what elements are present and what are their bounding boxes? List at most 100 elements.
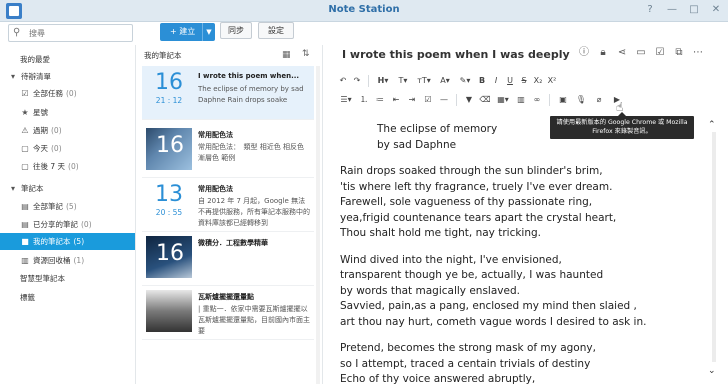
superscript-icon[interactable]: X² xyxy=(545,75,559,87)
sidebar-item[interactable]: 標籤 xyxy=(0,289,135,306)
sidebar-item[interactable]: ☑ 全部任務 (0) xyxy=(0,85,135,102)
poem-line: so I attempt, traced a centain trivials … xyxy=(340,357,591,370)
note-thumbnail: 16 xyxy=(146,236,192,278)
bullet-list-icon[interactable]: ≔ xyxy=(372,94,388,106)
poem-heading-line: The eclipse of memory xyxy=(377,123,498,135)
bold-icon[interactable]: B xyxy=(475,75,489,87)
font-size-icon[interactable]: тT▾ xyxy=(413,75,435,87)
grid-view-icon[interactable]: ▦ xyxy=(282,50,292,60)
sidebar-item[interactable]: 我的最愛 xyxy=(0,51,135,68)
sidebar-item-label: 筆記本 xyxy=(21,184,44,193)
poem-line: art thou nay hurt, cometh vague words I … xyxy=(340,315,647,328)
outdent-icon[interactable]: ⇤ xyxy=(388,94,404,106)
note-list-item[interactable]: 瓦斯爐擺擺還量點 | 重點一．依家中需要瓦斯爐擺擺以瓦斯爐擺擺還量點，目前國內市面… xyxy=(142,286,314,340)
sidebar-item-label: 今天 xyxy=(33,144,48,153)
todo-icon[interactable]: ☑ xyxy=(654,47,666,59)
popout-icon[interactable]: ⧉ xyxy=(673,47,685,59)
note-list-item[interactable]: 13 20 : 55 常用配色法自 2012 年 7 月起，Google 無法不再提… xyxy=(142,178,314,232)
strikethrough-icon[interactable]: S xyxy=(517,75,531,87)
note-item-snippet: 常用配色法： 類型 相近色 相反色 漸層色 範例 xyxy=(198,143,304,162)
star-icon: ★ xyxy=(21,108,29,117)
scroll-track[interactable] xyxy=(712,132,716,362)
image-icon[interactable]: ▣ xyxy=(554,94,572,106)
sidebar-item-label: 已分享的筆記 xyxy=(33,220,78,229)
numbered-list-icon[interactable]: ⒈ xyxy=(356,94,372,106)
note-list-item[interactable]: 16 21 : 12 I wrote this poem when... The ec… xyxy=(142,66,314,120)
maximize-icon[interactable]: □ xyxy=(688,3,700,17)
sidebar-item-count: (1) xyxy=(73,256,85,265)
poem-line: Thou shalt hold me tight, nay tricking. xyxy=(340,227,542,239)
new-note-button[interactable]: + 建立 ▼ xyxy=(160,23,215,41)
scroll-down-icon[interactable]: ⌄ xyxy=(708,366,716,376)
search-box[interactable]: ⚲ xyxy=(8,24,133,42)
stanza-gap xyxy=(340,330,708,341)
chart-icon[interactable]: ▥ xyxy=(513,94,529,106)
note-list-scrollbar[interactable] xyxy=(316,66,320,384)
sidebar-item-label: 星號 xyxy=(33,108,48,117)
sidebar-item[interactable]: ■ 我的筆記本 (5) xyxy=(0,233,135,250)
format-painter-icon[interactable]: ▼ xyxy=(461,94,477,106)
note-list-item[interactable]: 16 微積分．工程數學精華 xyxy=(142,232,314,286)
sidebar-item-count: (5) xyxy=(73,237,85,246)
notebook-title: 我的筆記本 xyxy=(144,51,182,60)
sort-icon[interactable]: ⇅ xyxy=(302,49,312,60)
chevron-down-icon[interactable]: ▼ xyxy=(202,23,215,41)
horizontal-rule-icon[interactable]: — xyxy=(436,94,452,106)
sidebar-item[interactable]: ★ 星號 xyxy=(0,104,135,121)
trash-icon: ▥ xyxy=(21,256,29,265)
sidebar-item[interactable]: ▤ 已分享的筆記 (0) xyxy=(0,216,135,233)
sidebar-item[interactable]: ▢ 往後 7 天 (0) xyxy=(0,158,135,175)
sidebar-item-label: 標籤 xyxy=(20,293,35,302)
redo-icon[interactable]: ↷ xyxy=(350,75,364,87)
lock-icon[interactable]: 🔒︎ xyxy=(597,47,609,59)
info-icon[interactable]: ⓘ xyxy=(578,47,590,59)
sidebar-item[interactable]: ▢ 今天 (0) xyxy=(0,140,135,157)
sidebar-item[interactable]: ▤ 全部筆記 (5) xyxy=(0,198,135,215)
sidebar-item[interactable]: ▾ 筆記本 xyxy=(0,180,135,197)
caret-down-icon: ▾ xyxy=(10,72,15,81)
sidebar-item-label: 過期 xyxy=(33,126,48,135)
more-icon[interactable]: ⋯ xyxy=(692,47,704,59)
font-family-icon[interactable]: T▾ xyxy=(393,75,413,87)
editor-content[interactable]: The eclipse of memory by sad Daphne Rain d… xyxy=(340,122,708,384)
scroll-up-icon[interactable]: ⌃ xyxy=(708,120,716,130)
note-title[interactable]: I wrote this poem when I was deeply dc xyxy=(342,48,570,63)
help-icon[interactable]: ? xyxy=(644,3,656,17)
sidebar-item[interactable]: 智慧型筆記本 xyxy=(0,270,135,287)
sidebar-item[interactable]: ▾ 待辦清單 xyxy=(0,68,135,85)
undo-icon[interactable]: ↶ xyxy=(336,75,350,87)
attachment-icon[interactable]: ⌀ xyxy=(590,94,608,106)
microphone-icon[interactable]: 🎙︎ xyxy=(572,94,590,106)
editor-scrollbar[interactable]: ⌃ ⌄ xyxy=(708,118,722,384)
link-icon[interactable]: ∞ xyxy=(529,94,545,106)
search-icon: ⚲ xyxy=(13,27,21,38)
subscript-icon[interactable]: X₂ xyxy=(531,75,545,87)
note-list-item[interactable]: 16 常用配色法 常用配色法： 類型 相近色 相反色 漸層色 範例 xyxy=(142,124,314,178)
italic-icon[interactable]: I xyxy=(489,75,503,87)
note-station-window: Note Station ? — □ ✕ ⚲ + 建立 ▼ 同步 設定 我的最愛… xyxy=(0,0,728,384)
share-icon[interactable]: ⋖ xyxy=(616,47,628,59)
indent-icon[interactable]: ⇥ xyxy=(404,94,420,106)
highlight-icon[interactable]: ✎▾ xyxy=(455,75,475,87)
settings-button[interactable]: 設定 xyxy=(258,22,294,39)
search-input[interactable] xyxy=(29,27,129,39)
underline-icon[interactable]: U xyxy=(503,75,517,87)
align-icon[interactable]: ☰▾ xyxy=(336,94,356,106)
heading-icon[interactable]: H▾ xyxy=(373,75,393,87)
present-icon[interactable]: ▭ xyxy=(635,47,647,59)
table-icon[interactable]: ▦▾ xyxy=(493,94,513,106)
sync-button[interactable]: 同步 xyxy=(220,22,252,39)
note-day: 16 xyxy=(156,241,184,266)
sidebar-item[interactable]: ⚠ 過期 (0) xyxy=(0,122,135,139)
sidebar-item[interactable]: ▥ 資源回收桶 (1) xyxy=(0,252,135,269)
new-note-label: + 建立 xyxy=(170,27,196,36)
checkbox-icon[interactable]: ☑ xyxy=(420,94,436,106)
eraser-icon[interactable]: ⌫ xyxy=(477,94,493,106)
minimize-icon[interactable]: — xyxy=(666,3,678,17)
close-icon[interactable]: ✕ xyxy=(710,3,722,17)
text-color-icon[interactable]: A▾ xyxy=(435,75,455,87)
note-item-snippet: 自 2012 年 7 月起，Google 無法不再提供服務，所有筆記本服務中的資… xyxy=(198,197,310,227)
calendar-icon: ▢ xyxy=(21,144,29,153)
poem-line: Rain drops soaked through the sun blinde… xyxy=(340,165,603,177)
sidebar-item-label: 全部任務 xyxy=(33,89,63,98)
